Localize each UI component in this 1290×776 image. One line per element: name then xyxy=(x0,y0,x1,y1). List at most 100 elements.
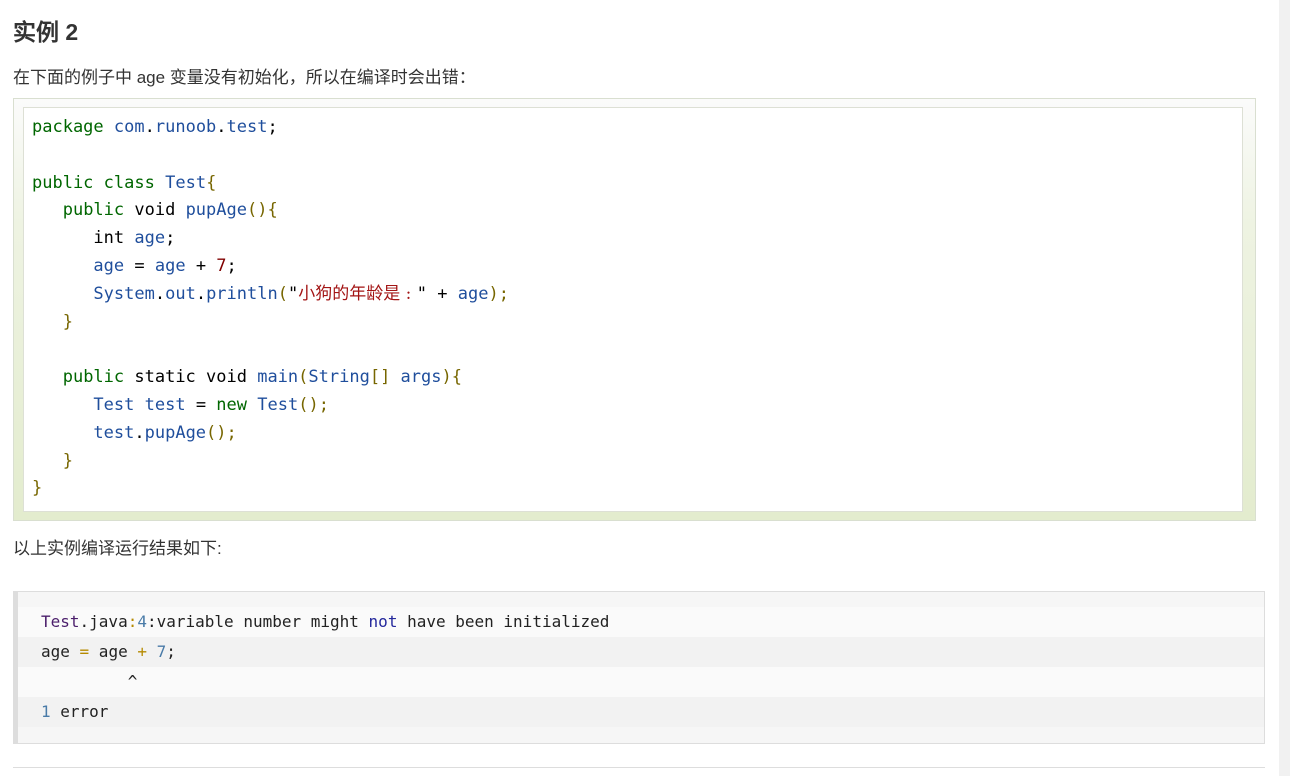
code-token: Test xyxy=(41,612,80,631)
code-token: ; xyxy=(165,228,176,249)
java-source-code: package com.runoob.test; public class Te… xyxy=(32,114,509,503)
code-token: not xyxy=(368,612,398,631)
code-token: " xyxy=(416,283,428,304)
scrollbar[interactable] xyxy=(1279,0,1290,776)
code-token: . xyxy=(216,117,227,137)
code-token: ){ xyxy=(441,367,462,388)
divider xyxy=(13,767,1265,768)
output-line: Test.java:4:variable number might not ha… xyxy=(18,607,1264,637)
code-token: class xyxy=(103,172,155,193)
code-token: . xyxy=(195,283,207,304)
code-token: age xyxy=(154,255,186,276)
code-token: ; xyxy=(166,642,176,661)
code-token: = xyxy=(124,255,155,276)
code-token: : xyxy=(127,612,138,631)
code-token: args xyxy=(400,367,442,388)
code-token: ); xyxy=(488,283,509,304)
code-token: + xyxy=(137,642,147,661)
code-token: . xyxy=(154,283,166,304)
code-token: println xyxy=(206,283,278,304)
code-token: test xyxy=(93,422,135,443)
code-token: 小狗的年龄是 : xyxy=(298,283,417,304)
compiler-output-block: Test.java:4:variable number might not ha… xyxy=(13,591,1265,744)
code-token: public xyxy=(62,367,125,388)
code-token: void xyxy=(124,200,186,221)
code-token: 7 xyxy=(156,642,167,661)
code-line: } xyxy=(32,451,73,471)
code-token: age xyxy=(457,283,489,304)
code-line: public static void main(String[] args){ xyxy=(32,367,462,387)
code-line: } xyxy=(32,478,42,498)
code-line: public class Test{ xyxy=(32,173,216,193)
code-token: static void xyxy=(124,367,258,388)
code-token: .java xyxy=(79,612,128,631)
code-line: package com.runoob.test; xyxy=(32,117,278,137)
code-line: } xyxy=(32,312,73,332)
code-token: age xyxy=(41,642,80,661)
code-token: ; xyxy=(267,117,278,137)
code-token: public xyxy=(32,172,94,193)
code-token: = xyxy=(185,394,217,415)
code-token: (); xyxy=(298,394,329,415)
code-token: = xyxy=(79,642,90,661)
code-token: ( xyxy=(277,283,288,304)
code-panel: package com.runoob.test; public class Te… xyxy=(23,107,1243,512)
intro-text: 在下面的例子中 age 变量没有初始化，所以在编译时会出错： xyxy=(13,68,476,87)
code-line: age = age + 7; xyxy=(32,255,236,276)
code-token: (); xyxy=(206,422,237,443)
code-example-block: package com.runoob.test; public class Te… xyxy=(13,98,1256,521)
code-token: String xyxy=(308,367,370,388)
code-token: test xyxy=(144,394,186,415)
code-line: test.pupAge(); xyxy=(32,422,237,443)
code-token: Test xyxy=(257,394,299,415)
code-token: main xyxy=(257,367,299,388)
code-token: age xyxy=(134,228,166,249)
code-token: Test xyxy=(165,172,207,193)
output-line: age = age + 7; xyxy=(18,637,1264,667)
code-token: com xyxy=(113,117,145,137)
code-token: + xyxy=(185,255,217,276)
code-token: out xyxy=(165,283,196,304)
code-token: package xyxy=(32,117,104,137)
code-token: { xyxy=(206,172,217,193)
code-token: 7 xyxy=(216,255,227,276)
code-token: pupAge xyxy=(144,422,207,443)
output-line: 1 error xyxy=(18,697,1264,727)
code-token: int xyxy=(32,228,135,249)
output-line: ^ xyxy=(18,667,1264,697)
code-token: 1 xyxy=(41,702,51,721)
code-line: System.out.println("小狗的年龄是 : " + age); xyxy=(32,284,509,304)
code-token: pupAge xyxy=(185,200,247,221)
code-token: } xyxy=(62,311,73,332)
code-token: public xyxy=(62,200,125,221)
code-token: :variable number might xyxy=(146,612,369,631)
code-token: Test xyxy=(93,394,135,415)
code-token: error xyxy=(50,702,109,721)
code-token: (){ xyxy=(246,200,278,221)
example-heading: 实例 2 xyxy=(13,19,79,45)
code-token: [] xyxy=(369,367,401,388)
code-line: public void pupAge(){ xyxy=(32,200,278,220)
code-token: have been initialized xyxy=(397,612,610,631)
code-token: } xyxy=(32,478,43,499)
code-token: runoob xyxy=(154,117,217,137)
code-token: + xyxy=(427,283,458,304)
code-token: age xyxy=(93,255,125,276)
code-token: . xyxy=(134,422,145,443)
code-token: ^ xyxy=(41,672,138,691)
code-token: test xyxy=(226,117,268,137)
code-token: 4 xyxy=(137,612,147,631)
code-token: ( xyxy=(298,367,309,388)
code-token: new xyxy=(216,394,248,415)
